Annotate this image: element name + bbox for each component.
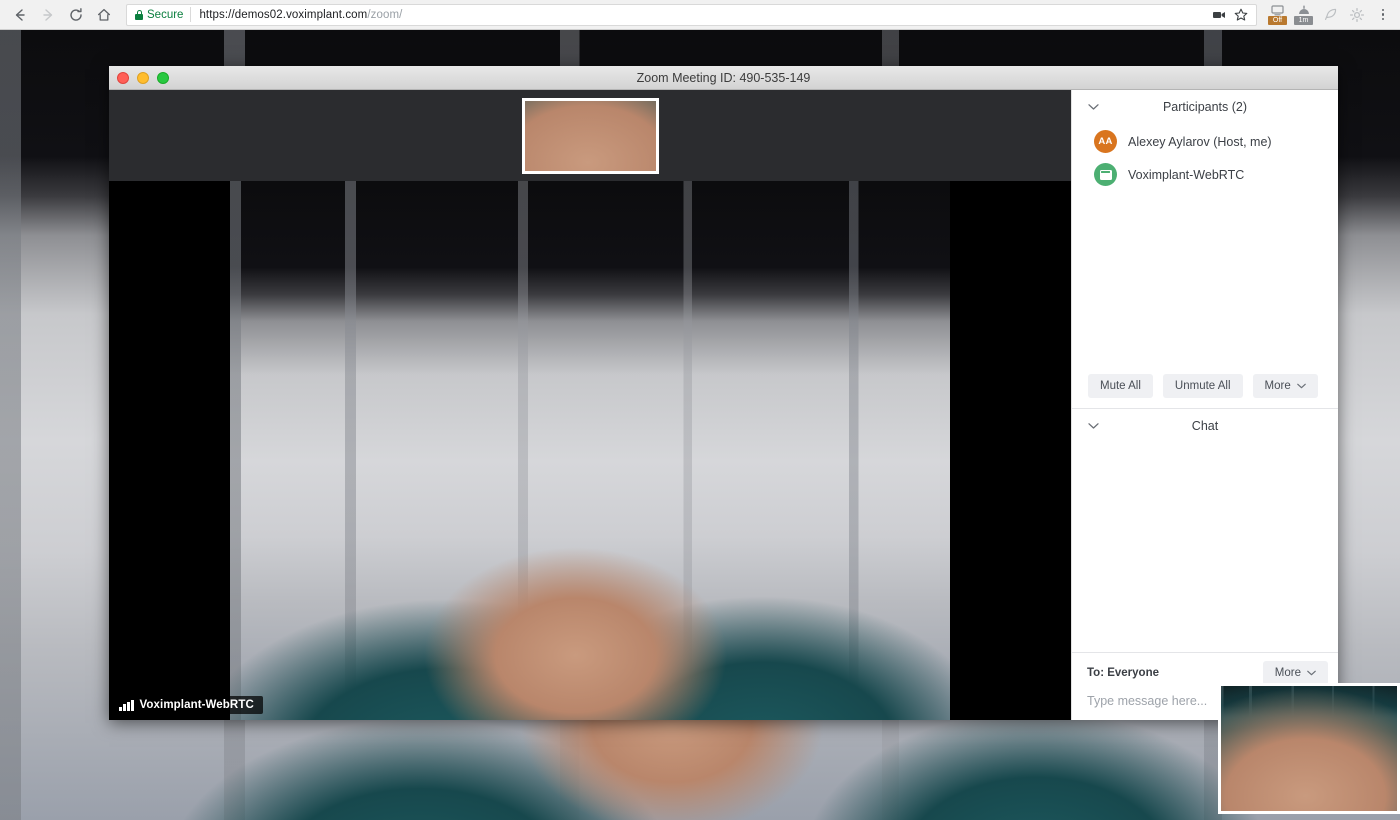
thumbnail-strip <box>109 90 1071 181</box>
star-icon[interactable] <box>1231 5 1251 25</box>
pip-video-frame <box>1221 686 1397 811</box>
url-text: https://demos02.voximplant.com/zoom/ <box>191 9 402 21</box>
chat-title: Chat <box>1191 418 1219 433</box>
browser-extensions: Off 1m <box>1265 5 1372 25</box>
zoom-window-body: Voximplant-WebRTC Participants (2) AA Al… <box>109 90 1338 720</box>
participants-empty-space <box>1072 191 1338 364</box>
mute-all-label: Mute All <box>1100 380 1141 392</box>
participants-section: Participants (2) AA Alexey Aylarov (Host… <box>1072 90 1338 408</box>
url-scheme: https:// <box>199 8 235 21</box>
secure-label: Secure <box>147 8 184 21</box>
screen-share-icon <box>1099 169 1112 180</box>
three-dots-menu-icon[interactable] <box>1372 4 1394 26</box>
window-title: Zoom Meeting ID: 490-535-149 <box>636 70 811 85</box>
participant-name: Alexey Aylarov (Host, me) <box>1128 134 1272 149</box>
participants-title: Participants (2) <box>1162 99 1248 114</box>
timer-extension-icon[interactable]: 1m <box>1294 5 1313 25</box>
chat-more-label: More <box>1274 667 1301 679</box>
participants-header: Participants (2) <box>1072 90 1338 123</box>
url-host: demos02.voximplant.com <box>234 8 368 21</box>
self-view-thumbnail[interactable] <box>521 97 659 174</box>
participants-more-button[interactable]: More <box>1252 374 1318 398</box>
adblock-badge-label: Off <box>1268 16 1287 25</box>
chat-more-button[interactable]: More <box>1262 661 1328 685</box>
page-self-view-pip[interactable] <box>1218 683 1400 814</box>
self-view-video-frame <box>524 100 656 171</box>
browser-toolbar: Secure https://demos02.voximplant.com/zo… <box>0 0 1400 30</box>
security-indicator[interactable]: Secure <box>127 9 190 21</box>
active-speaker-video <box>230 181 950 720</box>
avatar: AA <box>1094 130 1117 153</box>
chat-section: Chat To: Everyone More <box>1072 409 1338 720</box>
active-speaker-video-frame <box>230 181 950 720</box>
participant-row[interactable]: AA Alexey Aylarov (Host, me) <box>1072 125 1338 158</box>
participant-actions: Mute All Unmute All More <box>1072 364 1338 408</box>
address-bar[interactable]: Secure https://demos02.voximplant.com/zo… <box>126 3 1257 26</box>
video-cast-icon[interactable] <box>1209 5 1229 25</box>
mute-all-button[interactable]: Mute All <box>1088 374 1153 398</box>
url-path: /zoom/ <box>367 8 403 21</box>
chat-message-list <box>1072 442 1338 652</box>
participant-name: Voximplant-WebRTC <box>1128 167 1245 182</box>
participant-list: AA Alexey Aylarov (Host, me) Voximplant-… <box>1072 123 1338 191</box>
zoom-meeting-window: Zoom Meeting ID: 490-535-149 Voximplant-… <box>109 66 1338 720</box>
timer-badge-label: 1m <box>1294 16 1313 25</box>
active-speaker-name: Voximplant-WebRTC <box>139 699 254 711</box>
participant-row[interactable]: Voximplant-WebRTC <box>1072 158 1338 191</box>
chevron-down-icon <box>1307 669 1316 678</box>
zoom-window-titlebar: Zoom Meeting ID: 490-535-149 <box>109 66 1338 90</box>
chevron-down-icon <box>1296 382 1306 391</box>
video-area: Voximplant-WebRTC <box>109 90 1071 720</box>
forward-button[interactable] <box>34 1 62 29</box>
reload-button[interactable] <box>62 1 90 29</box>
unmute-all-button[interactable]: Unmute All <box>1162 374 1243 398</box>
chat-header: Chat <box>1072 409 1338 442</box>
avatar <box>1094 163 1117 186</box>
participants-more-label: More <box>1264 380 1291 392</box>
feather-extension-icon[interactable] <box>1320 5 1340 25</box>
chat-recipient-label: To: Everyone <box>1087 667 1159 679</box>
signal-bars-icon <box>119 699 134 711</box>
adblock-extension-icon[interactable]: Off <box>1268 5 1287 25</box>
lock-icon <box>135 9 143 20</box>
active-speaker-label: Voximplant-WebRTC <box>112 696 263 714</box>
home-button[interactable] <box>90 1 118 29</box>
zoom-side-panel: Participants (2) AA Alexey Aylarov (Host… <box>1071 90 1338 720</box>
settings-extension-icon[interactable] <box>1347 5 1367 25</box>
back-button[interactable] <box>6 1 34 29</box>
unmute-all-label: Unmute All <box>1174 380 1231 392</box>
main-video-stage[interactable]: Voximplant-WebRTC <box>109 181 1071 720</box>
